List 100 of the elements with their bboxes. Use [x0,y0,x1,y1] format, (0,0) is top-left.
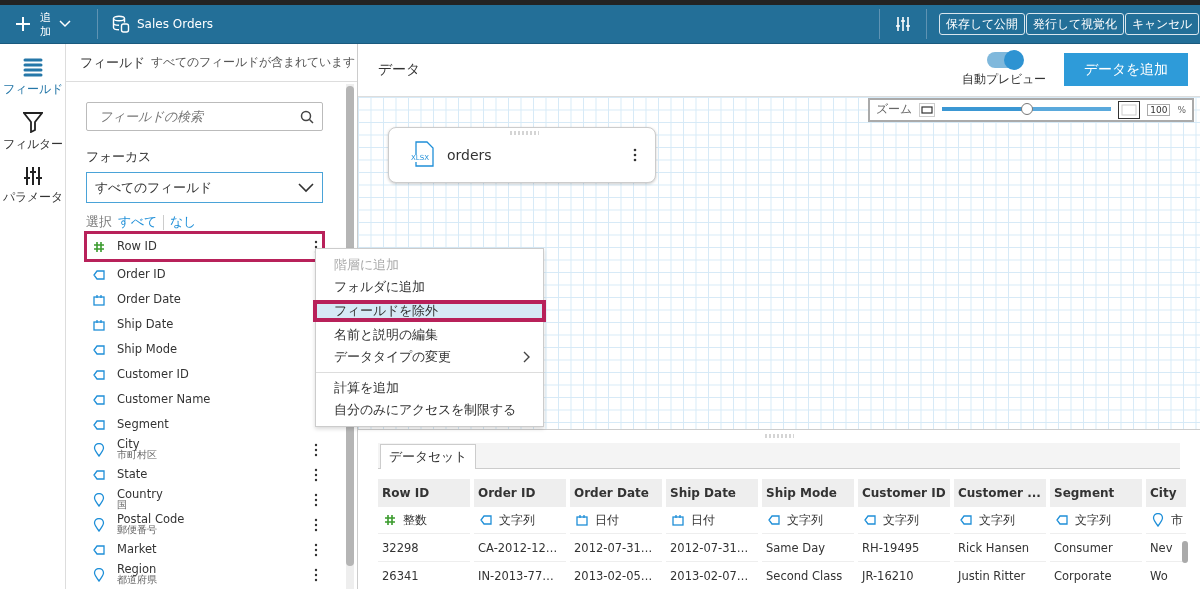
select-none-link[interactable]: なし [170,213,196,231]
data-title: データ [378,60,420,79]
column-header[interactable]: Order Date [570,479,662,508]
column-header[interactable]: Customer ID [858,479,950,508]
field-item[interactable]: City 市町村区 [84,437,325,462]
tag-icon [93,419,105,430]
field-item[interactable]: State [84,462,325,487]
tag-icon [93,344,105,355]
search-field[interactable]: フィールドの検索 [86,102,323,131]
column-type: 文字列 [979,511,1015,529]
chevron-down-icon [298,182,314,193]
column-header[interactable]: Ship Date [666,479,758,508]
select-label: 選択 [86,213,112,231]
table-cell: 2013-02-07… [666,562,758,589]
more-icon[interactable] [314,467,318,482]
header-button[interactable]: 発行して視覚化 [1026,13,1124,35]
table-cell: IN-2013-77… [474,562,566,589]
map-pin-icon [93,567,105,582]
plus-icon [14,15,32,33]
table-cell: CA-2012-12… [474,534,566,563]
tag-icon [480,515,492,526]
column-type: 文字列 [787,511,823,529]
add-button[interactable]: 追加 [0,5,85,43]
table-cell: 2012-07-31… [666,534,758,563]
database-icon [112,15,130,33]
zoom-thumb[interactable] [1020,103,1033,115]
more-icon[interactable] [314,542,318,557]
field-item[interactable]: Row ID [84,231,325,262]
calendar-icon [576,514,588,527]
column-header[interactable]: Ship Mode [762,479,854,508]
field-item[interactable]: Market [84,537,325,562]
tag-icon [960,515,972,526]
more-icon[interactable] [314,442,318,457]
map-pin-icon [93,492,105,507]
dataset-tab[interactable]: データセット [380,444,476,470]
column-header[interactable]: Segment [1050,479,1142,508]
hash-icon [384,514,396,527]
panel-title: フィールド [80,53,145,72]
focus-label: フォーカス [86,148,152,166]
zoom-in-icon[interactable] [1118,100,1141,119]
more-icon[interactable] [633,147,637,162]
auto-preview-label: 自動プレビュー [962,70,1046,88]
table-cell: Corporate [1050,562,1142,589]
settings-sliders-icon[interactable] [895,16,911,32]
field-item[interactable]: Region 都道府県 [84,562,325,587]
table-cell: Rick Hansen [954,534,1046,563]
hash-icon [93,240,105,253]
column-type: 日付 [691,511,715,529]
table-cell: Justin Ritter [954,562,1046,589]
menu-item[interactable]: フィールドを除外 [313,300,546,322]
table-cell: JR-16210 [858,562,950,589]
map-pin-icon [93,442,105,457]
more-icon[interactable] [314,517,318,532]
table-cell: RH-19495 [858,534,950,563]
table-cell: 2013-02-05… [570,562,662,589]
stack-icon [21,56,44,78]
tag-icon [93,544,105,555]
tag-icon [93,369,105,380]
chevron-down-icon [59,20,71,28]
auto-preview-toggle[interactable] [987,51,1021,68]
column-type: 整数 [403,511,427,529]
table-cell: 26341 [378,562,470,589]
column-type: 市 [1171,511,1183,529]
scrollbar-thumb[interactable] [1182,541,1188,563]
column-type: 文字列 [883,511,919,529]
tag-icon [93,269,105,280]
map-pin-icon [1152,513,1164,528]
sliders-icon [22,166,43,186]
menu-item: 階層に追加 [333,256,400,274]
more-icon[interactable] [314,492,318,507]
tag-icon [864,515,876,526]
column-header[interactable]: Row ID [378,479,470,508]
column-header[interactable]: Customer ... [954,479,1046,508]
rail-tab[interactable]: フィルター [2,111,63,152]
zoom-value[interactable]: 100 [1147,103,1171,116]
calendar-icon [672,514,684,527]
field-item[interactable]: Postal Code 郵便番号 [84,512,325,537]
focus-dropdown[interactable]: すべてのフィールド [86,172,323,203]
filter-icon [22,111,43,133]
column-type: 文字列 [1075,511,1111,529]
chevron-right-icon [523,351,531,363]
select-all-link[interactable]: すべて [118,213,157,231]
table-cell: Same Day [762,534,854,563]
more-icon[interactable] [314,567,318,582]
calendar-icon [93,318,105,331]
column-header[interactable]: City [1146,479,1186,508]
tag-icon [93,394,105,405]
header-button[interactable]: キャンセル [1125,13,1199,35]
tag-icon [768,515,780,526]
dataset-name: Sales Orders [137,17,214,31]
node-name: orders [447,146,492,163]
tag-icon [93,469,105,480]
header-button[interactable]: 保存して公開 [939,13,1025,35]
tag-icon [1056,515,1068,526]
search-icon [300,110,314,124]
zoom-out-icon[interactable] [919,102,935,117]
column-header[interactable]: Order ID [474,479,566,508]
rail-tab[interactable]: フィールド [2,56,63,97]
rail-tab[interactable]: パラメータ [2,166,63,205]
field-item[interactable]: Country 国 [84,487,325,512]
